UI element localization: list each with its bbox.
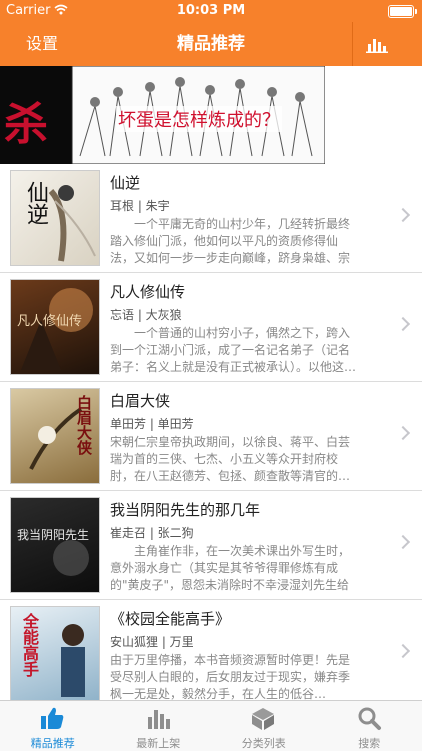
book-description: 宋朝仁宗皇帝执政期间，以徐良、蒋平、白芸瑞为首的三侠、七杰、小五义等众开封府校肘… — [110, 434, 360, 485]
book-row[interactable]: 全能高手 《校园全能高手》 安山狐狸 | 万里 由于万里停播，本书音频资源暂时停… — [0, 600, 422, 700]
book-description: 由于万里停播，本书音频资源暂时停更！先是受尽别人白眼的，后女朋友过于现实，嫌弃季… — [110, 652, 360, 700]
search-icon — [355, 705, 383, 731]
chevron-right-icon — [396, 208, 410, 222]
bar-chart-icon — [366, 35, 388, 53]
book-cover: 全能高手 — [10, 606, 100, 700]
chevron-right-icon — [396, 644, 410, 658]
banner[interactable]: 杀 坏蛋是怎样炼成的？ — [0, 66, 422, 164]
battery-icon — [388, 5, 414, 18]
book-title: 我当阴阳先生的那几年 — [110, 499, 260, 520]
chevron-right-icon — [396, 535, 410, 549]
bar-chart-icon — [144, 705, 172, 731]
book-list: 仙逆 仙逆 耳根 | 朱宇 一个平庸无奇的山村少年，几经转折最终踏入修仙门派，他… — [0, 164, 422, 700]
book-author: 耳根 | 朱宇 — [110, 197, 170, 214]
book-row[interactable]: 白眉大侠 白眉大侠 单田芳 | 单田芳 宋朝仁宗皇帝执政期间，以徐良、蒋平、白芸… — [0, 382, 422, 491]
cover-title: 白眉大侠 — [74, 395, 95, 455]
nav-bar: 设置 精品推荐 — [0, 22, 422, 66]
chevron-right-icon — [396, 317, 410, 331]
book-title: 凡人修仙传 — [110, 281, 185, 302]
tab-bar: 精品推荐 最新上架 分类列表 搜索 — [0, 700, 422, 751]
rank-button[interactable] — [352, 22, 422, 66]
chevron-right-icon — [396, 426, 410, 440]
book-author: 单田芳 | 单田芳 — [110, 415, 194, 432]
tab-label: 搜索 — [317, 735, 422, 751]
book-description: 主角崔作非，在一次美术课出外写生时，意外溺水身亡（其实是其爷爷得罪修炼有成的"黄… — [110, 543, 360, 595]
banner-caption: 坏蛋是怎样炼成的？ — [116, 106, 282, 132]
banner-image: 杀 坏蛋是怎样炼成的？ — [0, 66, 325, 164]
tab-label: 最新上架 — [106, 735, 212, 751]
book-cover: 白眉大侠 — [10, 388, 100, 484]
book-author: 安山狐狸 | 万里 — [110, 633, 194, 650]
tab-recommend[interactable]: 精品推荐 — [0, 701, 106, 751]
cover-title: 我当阴阳先生 — [17, 526, 93, 543]
book-row[interactable]: 凡人修仙传 凡人修仙传 忘语 | 大灰狼 一个普通的山村穷小子，偶然之下，跨入到… — [0, 273, 422, 382]
book-description: 一个平庸无奇的山村少年，几经转折最终踏入修仙门派，他如何以平凡的资质修得仙法，又… — [110, 216, 360, 268]
tab-label: 精品推荐 — [0, 735, 106, 751]
book-description: 一个普通的山村穷小子，偶然之下，跨入到一个江湖小门派，成了一名记名弟子（记名弟子… — [110, 325, 360, 376]
tab-latest[interactable]: 最新上架 — [106, 701, 212, 751]
book-row[interactable]: 仙逆 仙逆 耳根 | 朱宇 一个平庸无奇的山村少年，几经转折最终踏入修仙门派，他… — [0, 164, 422, 273]
book-title: 白眉大侠 — [110, 390, 170, 411]
tab-label: 分类列表 — [211, 735, 317, 751]
thumbs-up-icon — [38, 705, 66, 731]
book-author: 忘语 | 大灰狼 — [110, 306, 182, 323]
banner-title-art: 杀 — [4, 88, 48, 152]
cover-title: 凡人修仙传 — [17, 310, 95, 329]
tab-categories[interactable]: 分类列表 — [211, 701, 317, 751]
book-title: 《校园全能高手》 — [110, 608, 230, 629]
status-bar: Carrier 10:03 PM — [0, 0, 422, 22]
clock: 10:03 PM — [0, 3, 422, 18]
book-cover: 我当阴阳先生 — [10, 497, 100, 593]
cover-title: 全能高手 — [17, 613, 41, 677]
book-cover: 仙逆 — [10, 170, 100, 266]
book-cover: 凡人修仙传 — [10, 279, 100, 375]
box-icon — [249, 705, 277, 731]
tab-search[interactable]: 搜索 — [317, 701, 422, 751]
book-row[interactable]: 我当阴阳先生 我当阴阳先生的那几年 崔走召 | 张二狗 主角崔作非，在一次美术课… — [0, 491, 422, 600]
book-title: 仙逆 — [110, 172, 140, 193]
book-author: 崔走召 | 张二狗 — [110, 524, 194, 541]
